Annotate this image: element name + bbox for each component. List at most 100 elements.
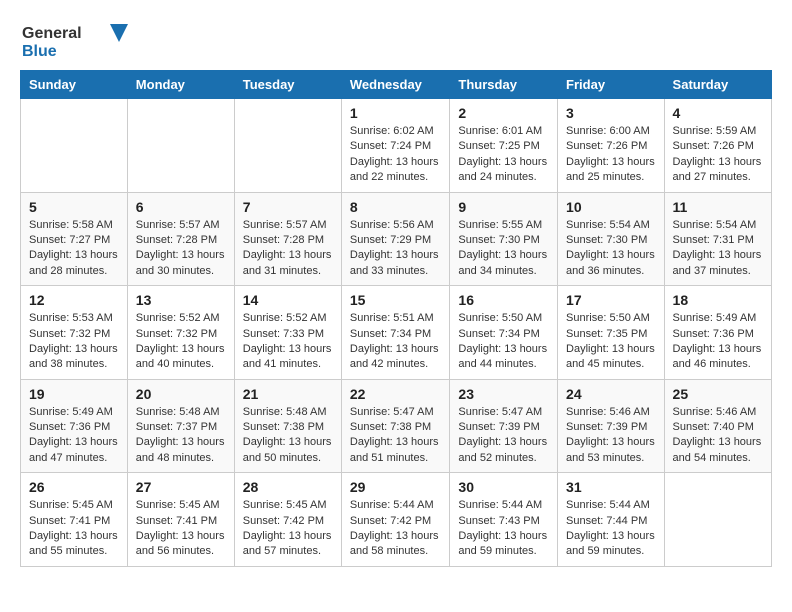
day-number: 14: [243, 292, 333, 308]
calendar-cell: 30Sunrise: 5:44 AM Sunset: 7:43 PM Dayli…: [450, 473, 558, 567]
day-info: Sunrise: 5:49 AM Sunset: 7:36 PM Dayligh…: [673, 311, 763, 373]
day-header-thursday: Thursday: [450, 71, 558, 99]
day-number: 18: [673, 292, 763, 308]
calendar-cell: 13 Sunrise: 5:52 AM Sunset: 7:32 PM Dayli…: [127, 286, 234, 380]
day-info: Sunrise: 5:45 AM Sunset: 7:41 PM Dayligh…: [29, 498, 119, 560]
calendar-cell: 23Sunrise: 5:47 AM Sunset: 7:39 PM Dayli…: [450, 379, 558, 473]
calendar-cell: 2 Sunrise: 6:01 AM Sunset: 7:25 PM Daylig…: [450, 99, 558, 193]
calendar-cell: 21 Sunrise: 5:48 AM Sunset: 7:38 PM Dayli…: [234, 379, 341, 473]
calendar-cell: [127, 99, 234, 193]
svg-text:General: General: [22, 25, 82, 42]
day-info: Sunrise: 5:57 AM Sunset: 7:28 PM Dayligh…: [243, 218, 333, 280]
day-info: Sunrise: 5:49 AM Sunset: 7:36 PM Dayligh…: [29, 405, 119, 467]
calendar-cell: 27 Sunrise: 5:45 AM Sunset: 7:41 PM Dayli…: [127, 473, 234, 567]
calendar-cell: 29 Sunrise: 5:44 AM Sunset: 7:42 PM Dayli…: [341, 473, 450, 567]
day-number: 12: [29, 292, 119, 308]
day-info: Sunrise: 5:45 AM Sunset: 7:41 PM Dayligh…: [136, 498, 226, 560]
day-info: Sunrise: 5:53 AM Sunset: 7:32 PM Dayligh…: [29, 311, 119, 373]
day-header-friday: Friday: [558, 71, 665, 99]
calendar-cell: [234, 99, 341, 193]
day-info: Sunrise: 5:46 AM Sunset: 7:40 PM Dayligh…: [673, 405, 763, 467]
day-number: 2: [458, 105, 549, 121]
calendar-cell: 26 Sunrise: 5:45 AM Sunset: 7:41 PM Dayli…: [21, 473, 128, 567]
day-info: Sunrise: 6:00 AM Sunset: 7:26 PM Dayligh…: [566, 124, 656, 186]
day-info: Sunrise: 5:57 AM Sunset: 7:28 PM Dayligh…: [136, 218, 226, 280]
calendar-cell: [21, 99, 128, 193]
day-number: 10: [566, 199, 656, 215]
day-number: 5: [29, 199, 119, 215]
day-info: Sunrise: 5:45 AM Sunset: 7:42 PM Dayligh…: [243, 498, 333, 560]
day-number: 27: [136, 479, 226, 495]
calendar-cell: 11 Sunrise: 5:54 AM Sunset: 7:31 PM Dayli…: [664, 192, 771, 286]
day-header-wednesday: Wednesday: [341, 71, 450, 99]
calendar-cell: 19 Sunrise: 5:49 AM Sunset: 7:36 PM Dayli…: [21, 379, 128, 473]
calendar-cell: 10 Sunrise: 5:54 AM Sunset: 7:30 PM Dayli…: [558, 192, 665, 286]
day-info: Sunrise: 5:44 AM Sunset: 7:44 PM Dayligh…: [566, 498, 656, 560]
day-number: 19: [29, 386, 119, 402]
day-number: 9: [458, 199, 549, 215]
calendar-cell: 25Sunrise: 5:46 AM Sunset: 7:40 PM Dayli…: [664, 379, 771, 473]
day-header-tuesday: Tuesday: [234, 71, 341, 99]
calendar-cell: 16 Sunrise: 5:50 AM Sunset: 7:34 PM Dayli…: [450, 286, 558, 380]
day-info: Sunrise: 5:54 AM Sunset: 7:30 PM Dayligh…: [566, 218, 656, 280]
calendar-cell: 9 Sunrise: 5:55 AM Sunset: 7:30 PM Daylig…: [450, 192, 558, 286]
day-header-monday: Monday: [127, 71, 234, 99]
day-number: 15: [350, 292, 442, 308]
calendar-cell: 18 Sunrise: 5:49 AM Sunset: 7:36 PM Dayli…: [664, 286, 771, 380]
day-info: Sunrise: 5:54 AM Sunset: 7:31 PM Dayligh…: [673, 218, 763, 280]
day-info: Sunrise: 5:51 AM Sunset: 7:34 PM Dayligh…: [350, 311, 442, 373]
logo-icon: GeneralBlue: [20, 20, 130, 60]
day-number: 1: [350, 105, 442, 121]
day-number: 20: [136, 386, 226, 402]
day-info: Sunrise: 6:02 AM Sunset: 7:24 PM Dayligh…: [350, 124, 442, 186]
calendar-cell: 3 Sunrise: 6:00 AM Sunset: 7:26 PM Daylig…: [558, 99, 665, 193]
calendar-cell: 8Sunrise: 5:56 AM Sunset: 7:29 PM Daylig…: [341, 192, 450, 286]
day-info: Sunrise: 5:44 AM Sunset: 7:42 PM Dayligh…: [350, 498, 442, 560]
calendar-cell: 31 Sunrise: 5:44 AM Sunset: 7:44 PM Dayli…: [558, 473, 665, 567]
calendar-cell: 22 Sunrise: 5:47 AM Sunset: 7:38 PM Dayli…: [341, 379, 450, 473]
day-number: 24: [566, 386, 656, 402]
calendar-cell: [664, 473, 771, 567]
day-info: Sunrise: 5:52 AM Sunset: 7:33 PM Dayligh…: [243, 311, 333, 373]
day-info: Sunrise: 5:44 AM Sunset: 7:43 PM Dayligh…: [458, 498, 549, 560]
day-number: 13: [136, 292, 226, 308]
day-number: 17: [566, 292, 656, 308]
day-info: Sunrise: 5:48 AM Sunset: 7:38 PM Dayligh…: [243, 405, 333, 467]
day-info: Sunrise: 5:47 AM Sunset: 7:38 PM Dayligh…: [350, 405, 442, 467]
day-number: 31: [566, 479, 656, 495]
calendar-cell: 28Sunrise: 5:45 AM Sunset: 7:42 PM Dayli…: [234, 473, 341, 567]
day-info: Sunrise: 5:48 AM Sunset: 7:37 PM Dayligh…: [136, 405, 226, 467]
day-number: 11: [673, 199, 763, 215]
day-number: 4: [673, 105, 763, 121]
day-header-saturday: Saturday: [664, 71, 771, 99]
week-row-4: 19 Sunrise: 5:49 AM Sunset: 7:36 PM Dayli…: [21, 379, 772, 473]
week-row-5: 26 Sunrise: 5:45 AM Sunset: 7:41 PM Dayli…: [21, 473, 772, 567]
day-number: 6: [136, 199, 226, 215]
day-number: 3: [566, 105, 656, 121]
calendar-cell: 14 Sunrise: 5:52 AM Sunset: 7:33 PM Dayli…: [234, 286, 341, 380]
day-number: 21: [243, 386, 333, 402]
calendar-cell: 5 Sunrise: 5:58 AM Sunset: 7:27 PM Daylig…: [21, 192, 128, 286]
day-number: 22: [350, 386, 442, 402]
calendar-cell: 12 Sunrise: 5:53 AM Sunset: 7:32 PM Dayli…: [21, 286, 128, 380]
day-info: Sunrise: 5:55 AM Sunset: 7:30 PM Dayligh…: [458, 218, 549, 280]
day-info: Sunrise: 5:56 AM Sunset: 7:29 PM Dayligh…: [350, 218, 442, 280]
day-number: 29: [350, 479, 442, 495]
calendar-cell: 24Sunrise: 5:46 AM Sunset: 7:39 PM Dayli…: [558, 379, 665, 473]
week-row-1: 1 Sunrise: 6:02 AM Sunset: 7:24 PM Daylig…: [21, 99, 772, 193]
calendar: SundayMondayTuesdayWednesdayThursdayFrid…: [20, 70, 772, 567]
day-number: 16: [458, 292, 549, 308]
calendar-cell: 1 Sunrise: 6:02 AM Sunset: 7:24 PM Daylig…: [341, 99, 450, 193]
calendar-cell: 4Sunrise: 5:59 AM Sunset: 7:26 PM Daylig…: [664, 99, 771, 193]
calendar-cell: 15 Sunrise: 5:51 AM Sunset: 7:34 PM Dayli…: [341, 286, 450, 380]
week-row-3: 12 Sunrise: 5:53 AM Sunset: 7:32 PM Dayli…: [21, 286, 772, 380]
day-info: Sunrise: 5:50 AM Sunset: 7:34 PM Dayligh…: [458, 311, 549, 373]
day-info: Sunrise: 6:01 AM Sunset: 7:25 PM Dayligh…: [458, 124, 549, 186]
week-row-2: 5 Sunrise: 5:58 AM Sunset: 7:27 PM Daylig…: [21, 192, 772, 286]
logo: GeneralBlue: [20, 20, 130, 60]
day-info: Sunrise: 5:58 AM Sunset: 7:27 PM Dayligh…: [29, 218, 119, 280]
svg-text:Blue: Blue: [22, 43, 57, 60]
day-number: 26: [29, 479, 119, 495]
day-info: Sunrise: 5:50 AM Sunset: 7:35 PM Dayligh…: [566, 311, 656, 373]
day-info: Sunrise: 5:52 AM Sunset: 7:32 PM Dayligh…: [136, 311, 226, 373]
